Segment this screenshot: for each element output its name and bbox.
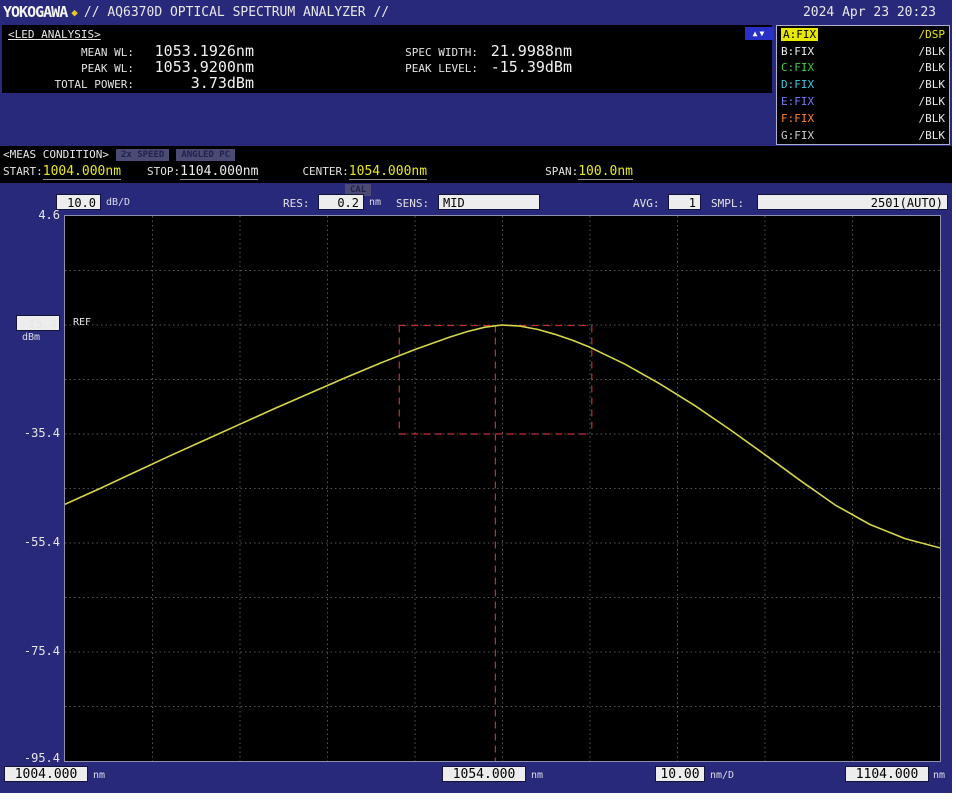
span-field[interactable]: 100.0nm	[578, 164, 633, 180]
total-power-label: TOTAL POWER:	[2, 78, 134, 91]
spectrum-chart[interactable]	[64, 215, 941, 762]
analysis-row-spec-width: SPEC WIDTH: 21.9988nm	[384, 42, 572, 58]
averaging-field[interactable]: 1	[668, 194, 701, 210]
trace-a-mode: /DSP	[919, 28, 946, 41]
center-label: CENTER:	[302, 165, 348, 178]
trace-row-d[interactable]: D:FIX /BLK	[777, 76, 949, 93]
trace-f-name: F:FIX	[781, 112, 814, 125]
sampling-field[interactable]: 2501(AUTO)	[757, 194, 948, 210]
center-wavelength-field[interactable]: 1054.000nm	[349, 164, 427, 180]
connector-type-badge: ANGLED PC	[176, 149, 235, 161]
y-axis-label-55: -55.4	[12, 535, 60, 549]
trace-row-f[interactable]: F:FIX /BLK	[777, 110, 949, 127]
trace-row-g[interactable]: G:FIX /BLK	[777, 127, 949, 144]
trace-row-a[interactable]: A:FIX /DSP	[777, 26, 949, 43]
trace-scroll-arrows-icon[interactable]: ▲▼	[745, 27, 774, 40]
y-axis-label-95: -95.4	[12, 751, 60, 765]
start-wavelength-field[interactable]: 1004.000nm	[43, 164, 121, 180]
title-bar: YOKOGAWA ◆ // AQ6370D OPTICAL SPECTRUM A…	[0, 0, 952, 24]
x-axis-start-unit-label: nm	[93, 770, 105, 781]
averaging-label: AVG:	[633, 197, 660, 210]
x-axis-scale-unit-label: nm/D	[710, 770, 734, 781]
analysis-row-peak-level: PEAK LEVEL: -15.39dBm	[384, 58, 572, 74]
x-axis-start-field[interactable]: 1004.000	[4, 766, 88, 782]
resolution-field[interactable]: 0.2	[318, 194, 364, 210]
ref-line-label: REF	[73, 317, 91, 328]
meas-condition-panel: <MEAS CONDITION> 2x SPEED ANGLED PC STAR…	[0, 146, 952, 183]
analysis-row-total-power: TOTAL POWER: 3.73dBm	[2, 74, 254, 90]
span-label: SPAN:	[545, 165, 578, 178]
resolution-label: RES:	[283, 197, 310, 210]
trace-g-name: G:FIX	[781, 129, 814, 142]
resolution-unit-label: nm	[369, 197, 381, 208]
analysis-row-mean-wl: MEAN WL: 1053.1926nm	[2, 42, 254, 58]
x-axis-scale-field[interactable]: 10.00	[655, 766, 705, 782]
y-axis-label-35: -35.4	[12, 426, 60, 440]
trace-row-e[interactable]: E:FIX /BLK	[777, 93, 949, 110]
y-axis-top-label: 4.6	[12, 208, 60, 222]
meas-condition-values-row: START: 1004.000nm STOP: 1104.000nm CENTE…	[0, 164, 952, 180]
peak-wl-label: PEAK WL:	[2, 62, 134, 75]
trace-f-mode: /BLK	[919, 112, 946, 125]
spectrum-trace-plot	[65, 216, 940, 761]
start-label: START:	[3, 165, 43, 178]
page-title: // AQ6370D OPTICAL SPECTRUM ANALYZER //	[84, 5, 389, 20]
x-axis-center-field[interactable]: 1054.000	[442, 766, 526, 782]
ref-level-field[interactable]: -15.4	[16, 315, 60, 331]
x-axis-stop-unit-label: nm	[933, 770, 945, 781]
total-power-value: 3.73dBm	[142, 74, 254, 92]
analysis-left-column: MEAN WL: 1053.1926nm PEAK WL: 1053.9200n…	[2, 42, 254, 90]
y-axis-unit-label: dBm	[22, 332, 40, 343]
meas-condition-header-row: <MEAS CONDITION> 2x SPEED ANGLED PC	[0, 146, 952, 162]
trace-e-name: E:FIX	[781, 95, 814, 108]
analysis-row-peak-wl: PEAK WL: 1053.9200nm	[2, 58, 254, 74]
peak-level-value: -15.39dBm	[486, 58, 572, 76]
trace-e-mode: /BLK	[919, 95, 946, 108]
speed-mode-badge: 2x SPEED	[116, 149, 169, 161]
trace-d-name: D:FIX	[781, 78, 814, 91]
trace-d-mode: /BLK	[919, 78, 946, 91]
spec-width-label: SPEC WIDTH:	[384, 46, 478, 59]
trace-a-name: A:FIX	[781, 28, 818, 41]
trace-row-c[interactable]: C:FIX /BLK	[777, 60, 949, 77]
peak-level-label: PEAK LEVEL:	[384, 62, 478, 75]
trace-row-b[interactable]: B:FIX /BLK	[777, 43, 949, 60]
analysis-right-column: SPEC WIDTH: 21.9988nm PEAK LEVEL: -15.39…	[384, 42, 572, 74]
led-analysis-panel: <LED ANALYSIS> MEAN WL: 1053.1926nm PEAK…	[2, 25, 772, 93]
y-axis-label-75: -75.4	[12, 644, 60, 658]
x-axis-stop-field[interactable]: 1104.000	[845, 766, 929, 782]
sensitivity-field[interactable]: MID	[438, 194, 540, 210]
osa-screen: YOKOGAWA ◆ // AQ6370D OPTICAL SPECTRUM A…	[0, 0, 952, 793]
stop-wavelength-field[interactable]: 1104.000nm	[180, 164, 258, 180]
brand-diamond-icon: ◆	[71, 6, 78, 19]
trace-b-name: B:FIX	[781, 45, 814, 58]
level-scale-field[interactable]: 10.0	[56, 194, 101, 210]
trace-list-panel: A:FIX /DSP B:FIX /BLK C:FIX /BLK D:FIX /…	[776, 25, 950, 145]
stop-label: STOP:	[147, 165, 180, 178]
sampling-label: SMPL:	[711, 197, 744, 210]
trace-c-mode: /BLK	[919, 61, 946, 74]
datetime-display: 2024 Apr 23 20:23	[803, 5, 936, 20]
meas-condition-heading: <MEAS CONDITION>	[3, 148, 109, 161]
trace-b-mode: /BLK	[919, 45, 946, 58]
analysis-heading: <LED ANALYSIS>	[8, 28, 101, 41]
brand-logo: YOKOGAWA	[3, 3, 67, 21]
sensitivity-label: SENS:	[396, 197, 429, 210]
level-scale-unit-label: dB/D	[106, 197, 130, 208]
trace-g-mode: /BLK	[919, 129, 946, 142]
trace-c-name: C:FIX	[781, 61, 814, 74]
mean-wl-label: MEAN WL:	[2, 46, 134, 59]
x-axis-center-unit-label: nm	[531, 770, 543, 781]
